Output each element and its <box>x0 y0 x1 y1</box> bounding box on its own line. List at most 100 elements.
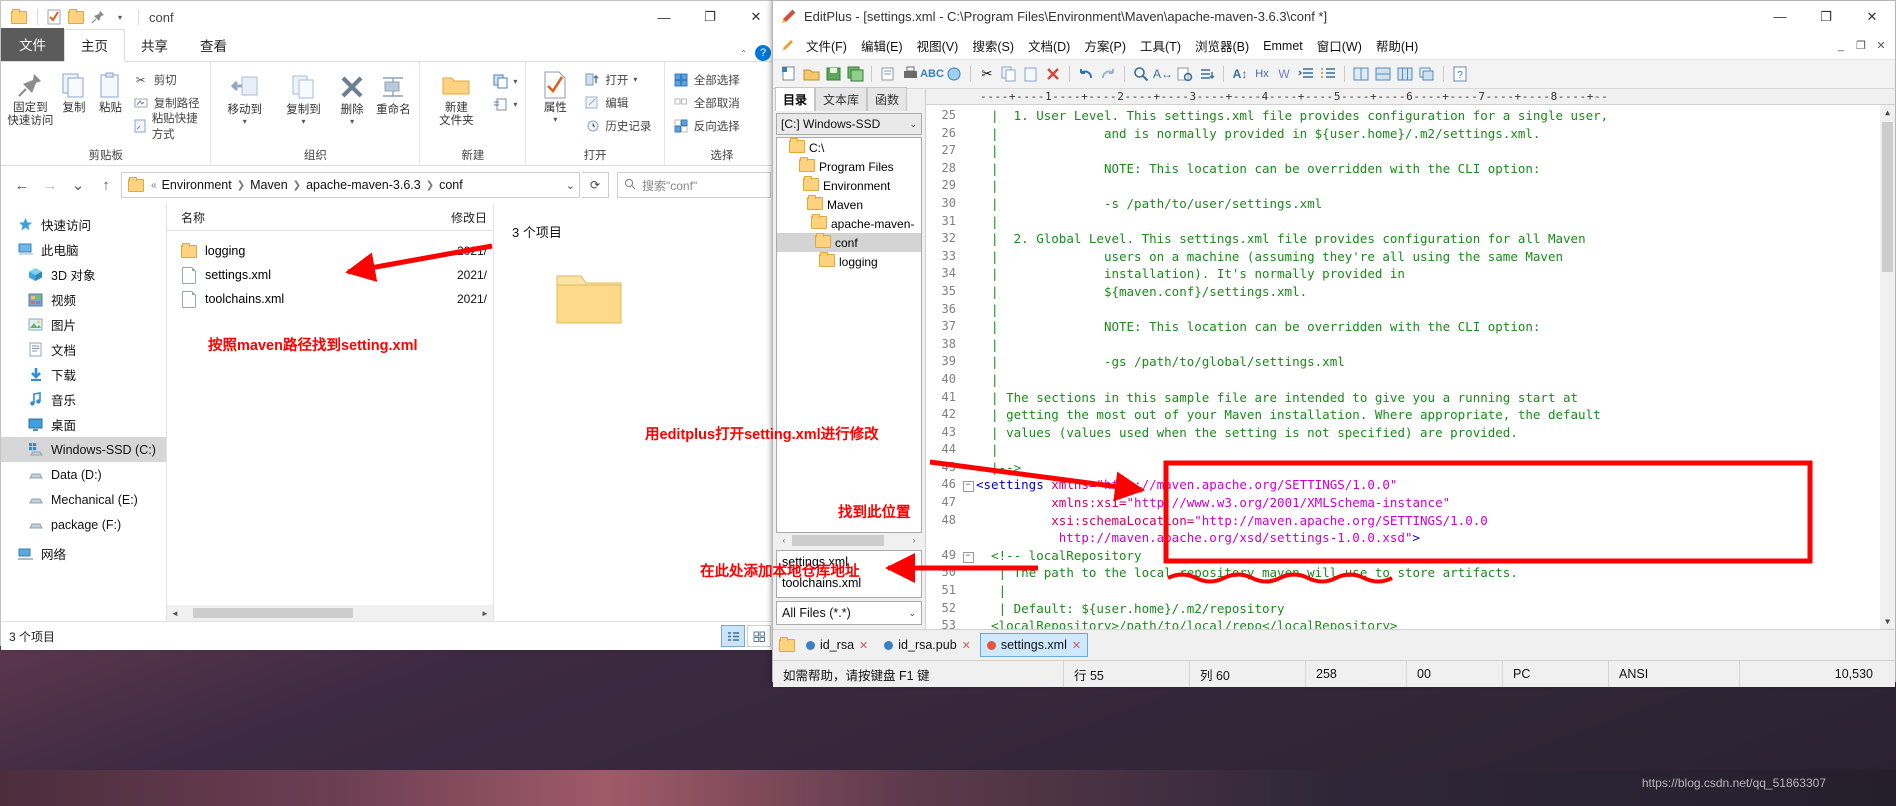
tile-horizontal-icon[interactable] <box>1373 64 1393 84</box>
minimize-button[interactable]: — <box>1757 1 1803 32</box>
chevron-down-icon[interactable]: ▾ <box>301 117 305 126</box>
chevron-right-icon[interactable]: ❯ <box>293 180 301 191</box>
rename-button[interactable]: 重命名 <box>371 66 415 117</box>
folder-icon[interactable] <box>777 635 797 655</box>
tab-home[interactable]: 主页 <box>64 29 125 62</box>
search-input[interactable]: 搜索"conf" <box>617 172 771 198</box>
breadcrumb[interactable]: « Environment ❯ Maven ❯ apache-maven-3.6… <box>121 172 580 198</box>
open-button[interactable]: 打开 ▾ <box>580 68 655 91</box>
sidebar-item-windows-ssd-c[interactable]: Windows-SSD (C:) <box>1 437 166 462</box>
forward-button[interactable]: → <box>37 172 63 198</box>
chevron-down-icon[interactable]: ▾ <box>553 115 557 124</box>
mdi-minimize-button[interactable]: _ <box>1831 37 1851 55</box>
sidebar-item-music[interactable]: 音乐 <box>1 387 166 412</box>
save-icon[interactable] <box>823 64 843 84</box>
sidebar-item-data-d[interactable]: Data (D:) <box>1 462 166 487</box>
editor-tab-settings-xml[interactable]: settings.xml ✕ <box>979 633 1089 657</box>
menu-view[interactable]: 视图(V) <box>910 33 966 58</box>
address-dropdown-icon[interactable]: ⌄ <box>566 179 575 192</box>
tree-node-maven[interactable]: Maven <box>777 194 921 214</box>
new-folder-quick-icon[interactable] <box>66 7 86 27</box>
file-filter-selector[interactable]: All Files (*.*) ⌄ <box>776 601 922 625</box>
scroll-right-icon[interactable]: › <box>906 533 922 549</box>
paste-button[interactable]: 粘贴 <box>92 64 128 115</box>
menu-emmet[interactable]: Emmet <box>1256 36 1310 56</box>
tree-node-c-drive[interactable]: C:\ <box>777 138 921 157</box>
cut-button[interactable]: ✂ 剪切 <box>129 68 207 91</box>
maximize-button[interactable]: ❐ <box>1803 1 1849 32</box>
tree-node-program-files[interactable]: Program Files <box>777 156 921 176</box>
code-text[interactable]: | 1. User Level. This settings.xml file … <box>976 105 1895 629</box>
tab-directory[interactable]: 目录 <box>775 87 816 111</box>
cut-icon[interactable]: ✂ <box>977 64 997 84</box>
sidebar-item-pictures[interactable]: 图片 <box>1 312 166 337</box>
scrollbar-thumb[interactable] <box>792 535 884 546</box>
spell-check-icon[interactable]: ABC <box>920 64 944 84</box>
menu-window[interactable]: 窗口(W) <box>1310 33 1369 58</box>
indent-icon[interactable] <box>1296 64 1316 84</box>
menu-tools[interactable]: 工具(T) <box>1133 33 1188 58</box>
menu-document[interactable]: 文档(D) <box>1021 33 1077 58</box>
chevron-down-icon[interactable]: ▾ <box>513 77 517 86</box>
select-all-button[interactable]: 全部选择 <box>669 68 744 91</box>
menu-help[interactable]: 帮助(H) <box>1369 33 1425 58</box>
tab-function[interactable]: 函数 <box>867 87 908 111</box>
menu-file[interactable]: 文件(F) <box>799 33 854 58</box>
font-icon[interactable]: A↕ <box>1230 64 1250 84</box>
mdi-restore-button[interactable]: ❐ <box>1851 37 1871 55</box>
redo-icon[interactable] <box>1098 64 1118 84</box>
open-file-icon[interactable] <box>801 64 821 84</box>
sidebar-item-documents[interactable]: 文档 <box>1 337 166 362</box>
drive-selector[interactable]: [C:] Windows-SSD ⌄ <box>776 113 922 135</box>
paste-icon[interactable] <box>1021 64 1041 84</box>
menu-browser[interactable]: 浏览器(B) <box>1188 33 1256 58</box>
new-item-button[interactable]: ▾ <box>488 70 521 93</box>
breadcrumb-item-environment[interactable]: Environment <box>160 178 234 192</box>
scroll-right-icon[interactable]: ► <box>477 605 493 621</box>
new-folder-button[interactable]: 新建 文件夹 <box>424 64 488 128</box>
chevron-down-icon[interactable]: ▾ <box>350 117 354 126</box>
properties-quick-icon[interactable] <box>44 7 64 27</box>
scrollbar-thumb[interactable] <box>1882 122 1893 272</box>
replace-icon[interactable]: A↔ <box>1153 64 1173 84</box>
pin-icon[interactable] <box>88 7 108 27</box>
scroll-left-icon[interactable]: ◄ <box>167 605 183 621</box>
tab-cliptext[interactable]: 文本库 <box>815 87 868 111</box>
tree-node-conf[interactable]: conf <box>777 232 921 252</box>
sidebar-item-network[interactable]: 网络 <box>1 541 166 566</box>
chevron-right-icon[interactable]: ❯ <box>237 180 245 191</box>
code-area[interactable]: 25 26 27 28 29 30 31 32 33 34 35 36 37 38 39 40 41 42 43 44… <box>926 105 1895 629</box>
print-preview-icon[interactable] <box>878 64 898 84</box>
tab-file[interactable]: 文件 <box>1 28 64 61</box>
column-header-modified[interactable]: 修改日 <box>437 209 493 226</box>
fold-margin[interactable]: −−−− <box>960 105 976 629</box>
delete-icon[interactable] <box>1043 64 1063 84</box>
chevron-down-icon[interactable]: ⌄ <box>908 608 916 619</box>
sidebar-item-videos[interactable]: 视频 <box>1 287 166 312</box>
select-none-button[interactable]: 全部取消 <box>669 91 744 114</box>
move-to-button[interactable]: 移动到 ▾ <box>215 66 274 126</box>
recent-locations-button[interactable]: ⌄ <box>65 172 91 198</box>
editor-vertical-scrollbar[interactable]: ▲ ▼ <box>1880 105 1895 629</box>
tree-horizontal-scrollbar[interactable]: ‹ › <box>776 533 922 548</box>
menu-project[interactable]: 方案(P) <box>1077 33 1133 58</box>
tree-node-environment[interactable]: Environment <box>777 175 921 195</box>
sidebar-item-3d-objects[interactable]: 3D 对象 <box>1 262 166 287</box>
history-button[interactable]: 历史记录 <box>580 114 655 137</box>
chevron-right-icon[interactable]: ❯ <box>426 180 434 191</box>
breadcrumb-overflow[interactable]: « <box>151 180 157 191</box>
fold-toggle[interactable]: − <box>960 476 976 494</box>
back-button[interactable]: ← <box>9 172 35 198</box>
help-icon[interactable]: ? <box>755 45 771 61</box>
breadcrumb-item-conf[interactable]: conf <box>437 178 465 192</box>
scrollbar-thumb[interactable] <box>193 608 353 618</box>
table-row[interactable]: logging 2021/ <box>167 239 493 263</box>
sidebar-item-quick-access[interactable]: 快速访问 <box>1 212 166 237</box>
fold-toggle[interactable]: − <box>960 547 976 565</box>
close-icon[interactable]: ✕ <box>859 639 868 652</box>
column-header-name[interactable]: 名称 <box>167 209 205 226</box>
help-icon[interactable]: ? <box>1450 64 1470 84</box>
close-icon[interactable]: ✕ <box>1072 639 1081 652</box>
close-icon[interactable]: ✕ <box>962 639 971 652</box>
invert-selection-button[interactable]: 反向选择 <box>669 114 744 137</box>
